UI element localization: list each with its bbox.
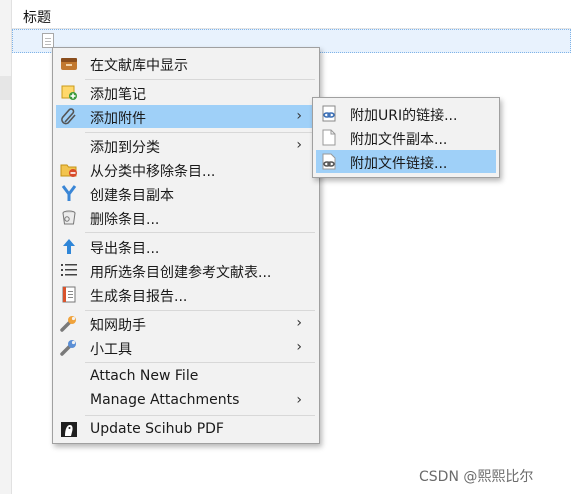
menu-item-show-in-library[interactable]: 在文献库中显示 [56, 52, 316, 75]
menu-item-label: 生成条目报告... [90, 289, 188, 305]
trash-icon [60, 209, 78, 226]
menu-item-remove-from-collection[interactable]: 从分类中移除条目... [56, 158, 316, 181]
menu-item-label: 用所选条目创建参考文献表... [90, 265, 272, 281]
menu-item-label: 添加到分类 [90, 140, 160, 156]
menu-item-update-scihub-pdf[interactable]: Update Scihub PDF [56, 418, 316, 441]
duplicate-icon [60, 185, 78, 202]
menu-item-duplicate[interactable]: 创建条目副本 [56, 182, 316, 205]
menu-separator [85, 132, 315, 133]
submenu-arrow-icon: › [296, 108, 302, 124]
menu-item-label: Update Scihub PDF [90, 421, 224, 437]
report-icon [60, 286, 78, 303]
scihub-icon [60, 421, 78, 438]
wrench-icon [60, 339, 78, 356]
menu-separator [85, 415, 315, 416]
link-document-icon [320, 105, 338, 122]
paperclip-icon [60, 108, 78, 125]
menu-item-label: 附加文件副本... [350, 132, 448, 148]
library-box-icon [60, 55, 78, 72]
menu-item-label: Manage Attachments [90, 392, 240, 408]
menu-item-label: 知网助手 [90, 318, 146, 334]
menu-item-label: 添加附件 [90, 111, 146, 127]
submenu-item-attach-file-link[interactable]: 附加文件链接... [316, 150, 496, 173]
menu-item-label: 小工具 [90, 342, 132, 358]
menu-separator [85, 362, 315, 363]
menu-separator [85, 79, 315, 80]
column-header-label: 标题 [23, 10, 51, 26]
attachment-submenu: 附加URI的链接... 附加文件副本... 附加文件链接... [312, 97, 500, 178]
menu-item-label: 导出条目... [90, 241, 160, 257]
menu-separator [85, 232, 315, 233]
submenu-item-attach-file-copy[interactable]: 附加文件副本... [316, 126, 496, 149]
menu-item-manage-attachments[interactable]: Manage Attachments › [56, 389, 316, 412]
wrench-icon [60, 315, 78, 332]
submenu-arrow-icon: › [296, 137, 302, 153]
menu-item-label: Attach New File [90, 368, 199, 384]
menu-item-label: 创建条目副本 [90, 188, 174, 204]
submenu-arrow-icon: › [296, 392, 302, 408]
menu-item-export[interactable]: 导出条目... [56, 235, 316, 258]
menu-separator [85, 310, 315, 311]
export-arrow-icon [60, 238, 78, 255]
submenu-arrow-icon: › [296, 339, 302, 355]
column-header-title[interactable]: 标题 [12, 0, 571, 29]
submenu-arrow-icon: › [296, 315, 302, 331]
menu-item-create-bibliography[interactable]: 用所选条目创建参考文献表... [56, 259, 316, 282]
menu-item-tools[interactable]: 小工具 › [56, 336, 316, 359]
note-add-icon [60, 84, 78, 101]
watermark: CSDN @熙熙比尔 [419, 469, 534, 485]
menu-item-label: 添加笔记 [90, 87, 146, 103]
menu-item-label: 附加URI的链接... [350, 108, 458, 124]
menu-item-label: 在文献库中显示 [90, 58, 188, 74]
menu-item-delete[interactable]: 删除条目... [56, 206, 316, 229]
link-file-icon [320, 153, 338, 170]
context-menu: 在文献库中显示 添加笔记 添加附件 › 添加到分类 › 从分类中移除条目... … [52, 47, 320, 444]
menu-item-label: 附加文件链接... [350, 156, 448, 172]
left-pane-marker [0, 76, 11, 100]
document-icon [42, 33, 54, 48]
menu-item-generate-report[interactable]: 生成条目报告... [56, 283, 316, 306]
menu-item-cnki-helper[interactable]: 知网助手 › [56, 312, 316, 335]
left-pane-strip [0, 0, 12, 494]
folder-remove-icon [60, 161, 78, 178]
menu-item-add-to-collection[interactable]: 添加到分类 › [56, 134, 316, 157]
bibliography-list-icon [60, 262, 78, 279]
menu-item-label: 从分类中移除条目... [90, 164, 216, 180]
menu-item-label: 删除条目... [90, 212, 160, 228]
blank-file-icon [320, 129, 338, 146]
submenu-item-attach-uri-link[interactable]: 附加URI的链接... [316, 102, 496, 125]
menu-item-add-attachment[interactable]: 添加附件 › [56, 105, 316, 128]
menu-item-attach-new-file[interactable]: Attach New File [56, 365, 316, 388]
menu-item-add-note[interactable]: 添加笔记 [56, 81, 316, 104]
